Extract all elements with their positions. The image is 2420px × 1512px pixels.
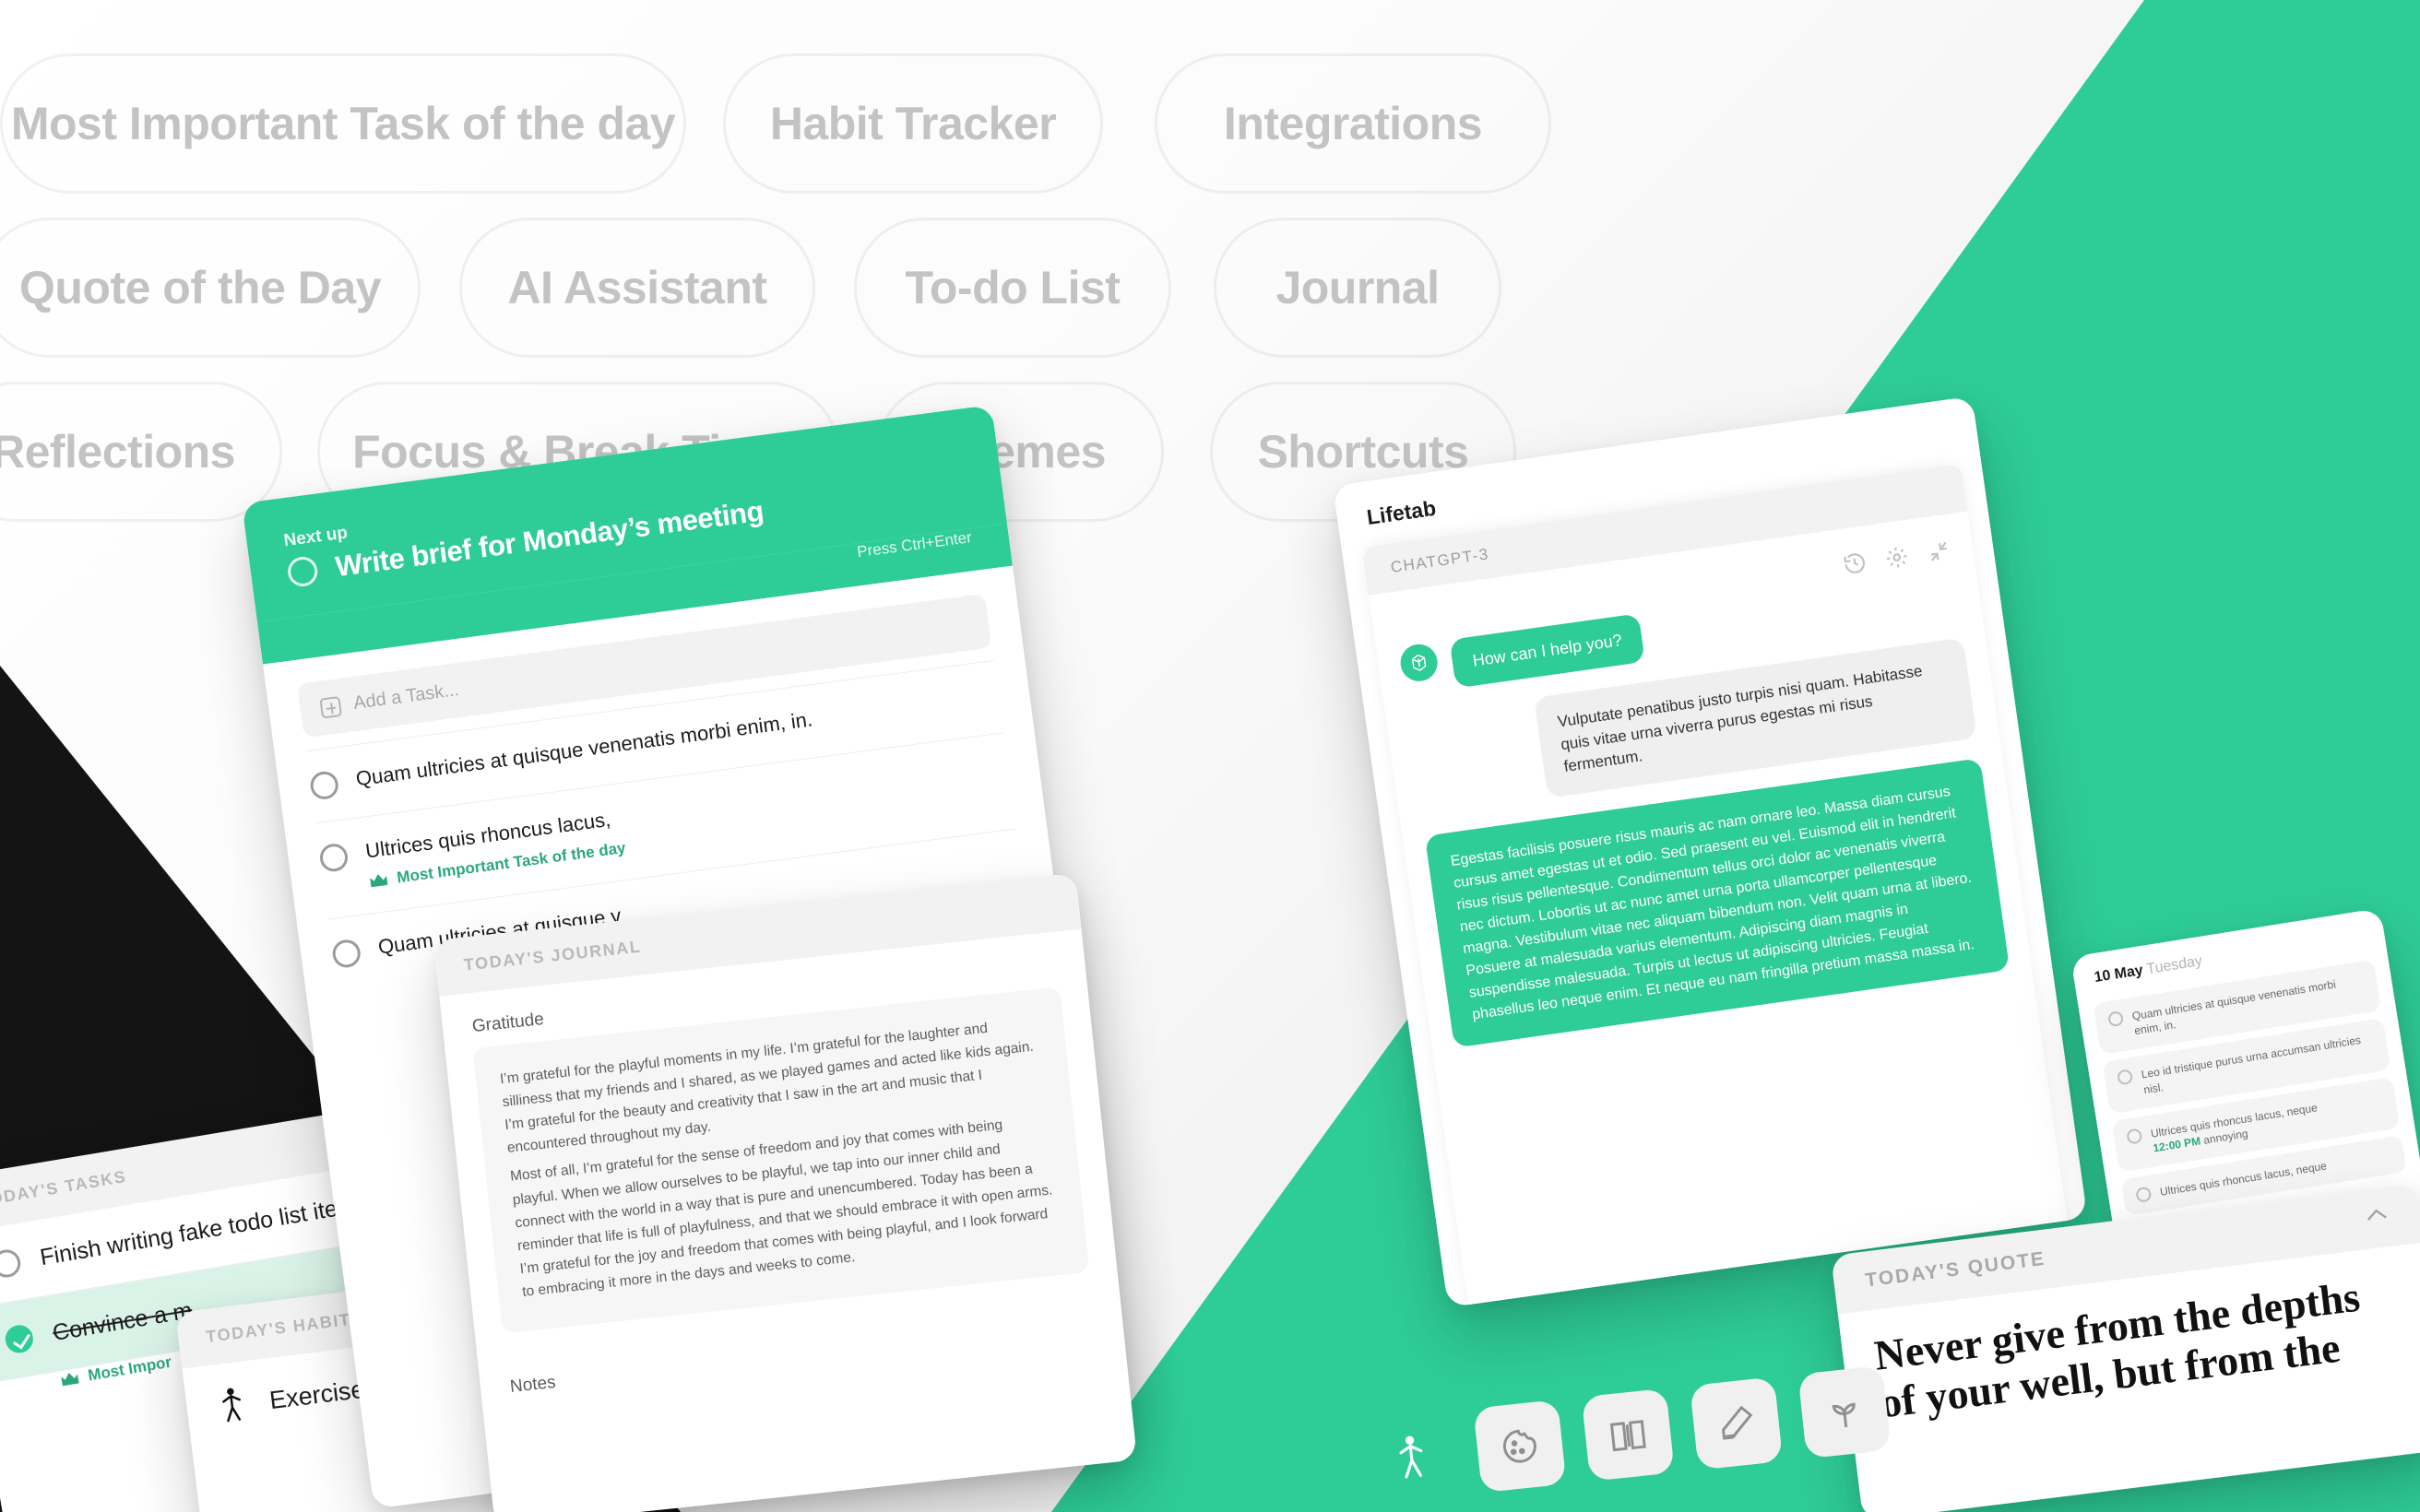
gratitude-textarea[interactable]: I’m grateful for the playful moments in …: [472, 986, 1090, 1334]
feature-pill-label: AI Assistant: [507, 262, 767, 313]
feature-pill-journal[interactable]: Journal: [1214, 218, 1501, 358]
collapse-icon[interactable]: [1926, 538, 1952, 565]
dock-button-pencil[interactable]: [1690, 1376, 1784, 1471]
dock-button-walking[interactable]: [1365, 1411, 1459, 1505]
agenda-checkbox[interactable]: [2106, 1010, 2125, 1028]
agenda-label: Ultrices quis rhoncus lacus, neque: [2159, 1159, 2328, 1199]
agenda-checkbox[interactable]: [2117, 1069, 2134, 1086]
agenda-checkbox[interactable]: [2126, 1128, 2143, 1145]
crown-icon: [370, 874, 388, 888]
book-icon: [1609, 1420, 1646, 1452]
todo-checkbox[interactable]: [308, 770, 340, 801]
lifetab-window: Lifetab CHATGPT-3 How can I help you? Vu…: [1333, 396, 2088, 1308]
feature-pill-label: To-do List: [905, 262, 1121, 313]
feature-pill-label: Integrations: [1223, 98, 1483, 149]
chat-message-list: How can I help you? Vulputate penatibus …: [1369, 511, 2038, 1094]
dock-button-book[interactable]: [1581, 1388, 1675, 1482]
dock-button-cookie[interactable]: [1473, 1400, 1567, 1494]
feature-pill-label: Journal: [1275, 262, 1440, 313]
crown-icon: [61, 1373, 79, 1387]
feature-pill-label: Habit Tracker: [769, 98, 1057, 149]
feature-pill-reflections[interactable]: Reflections: [0, 382, 282, 522]
feature-pill-to-do-list[interactable]: To-do List: [854, 218, 1171, 358]
feature-pill-label: Most Important Task of the day: [10, 98, 676, 149]
task-label: Convince a m: [50, 1296, 195, 1346]
todo-checkbox[interactable]: [330, 938, 362, 970]
feature-pill-label: Reflections: [0, 426, 236, 478]
task-checkbox-checked[interactable]: [3, 1323, 36, 1355]
agenda-weekday: Tuesday: [2145, 952, 2204, 978]
walking-icon: [222, 1388, 242, 1423]
gear-icon[interactable]: [1883, 544, 1910, 571]
hero-task-checkbox[interactable]: [286, 555, 320, 588]
sprout-icon: [1832, 1402, 1856, 1428]
feature-pill-integrations[interactable]: Integrations: [1155, 53, 1551, 194]
task-checkbox[interactable]: [0, 1247, 23, 1280]
walking-icon: [1399, 1435, 1423, 1479]
app-showcase-canvas: Most Important Task of the day Habit Trac…: [0, 0, 2420, 1512]
pencil-icon: [1722, 1405, 1753, 1440]
dock-button-sprout[interactable]: [1797, 1365, 1892, 1459]
feature-pill-habit-tracker[interactable]: Habit Tracker: [723, 53, 1103, 194]
feature-pill-quote-of-the-day[interactable]: Quote of the Day: [0, 218, 421, 358]
chevron-up-icon[interactable]: [2364, 1206, 2390, 1223]
history-icon[interactable]: [1842, 549, 1868, 576]
plus-square-icon: [319, 695, 342, 719]
agenda-checkbox[interactable]: [2135, 1186, 2153, 1204]
todays-quote-title: TODAY'S QUOTE: [1864, 1247, 2047, 1292]
feature-pill-ai-assistant[interactable]: AI Assistant: [459, 218, 815, 358]
add-task-placeholder: Add a Task...: [351, 679, 461, 714]
cookie-icon: [1502, 1429, 1536, 1463]
todo-checkbox[interactable]: [318, 842, 350, 874]
habit-label: Exercise: [267, 1375, 366, 1414]
chat-model-label: CHATGPT-3: [1389, 545, 1490, 577]
assistant-avatar-icon: [1398, 642, 1441, 684]
feature-pill-most-important-task-of-the-day[interactable]: Most Important Task of the day: [0, 53, 686, 194]
todays-journal-card: TODAY'S JOURNAL Gratitude I’m grateful f…: [433, 872, 1138, 1512]
openai-logo-icon: [1411, 654, 1427, 671]
feature-pill-label: Quote of the Day: [18, 262, 382, 313]
agenda-date: 10 May: [2093, 962, 2144, 986]
chat-panel: CHATGPT-3 How can I help you? Vulputate …: [1361, 463, 2077, 1308]
